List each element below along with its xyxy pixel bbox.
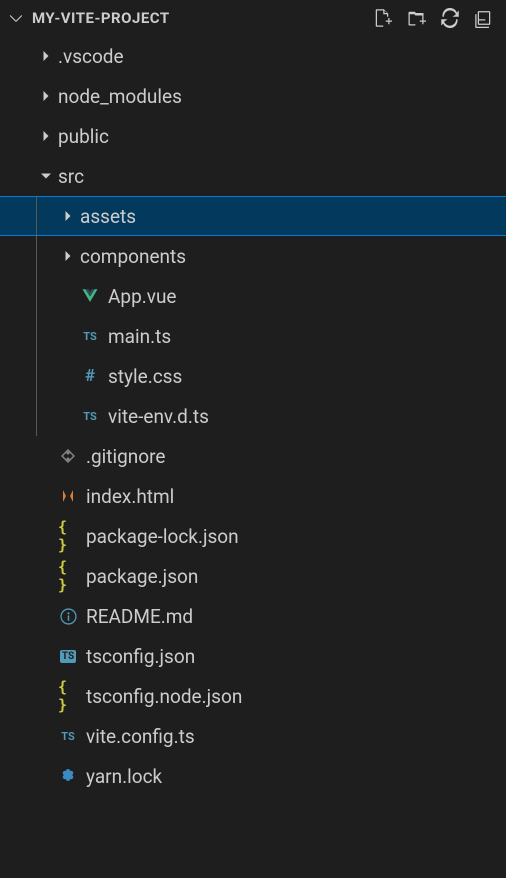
chevron-down-icon [36, 166, 56, 186]
folder-components[interactable]: components [0, 236, 506, 276]
ts-icon: TS [80, 406, 100, 426]
folder-label: node_modules [58, 85, 182, 108]
file-label: package.json [86, 565, 198, 588]
file-label: style.css [108, 365, 182, 388]
file-yarn-lock[interactable]: yarn.lock [0, 756, 506, 796]
file-vite-env[interactable]: TS vite-env.d.ts [0, 396, 506, 436]
file-tree: .vscode node_modules public src assets c… [0, 36, 506, 878]
new-folder-icon[interactable] [406, 8, 426, 28]
file-label: .gitignore [86, 445, 165, 468]
file-label: tsconfig.json [86, 645, 195, 668]
file-label: vite.config.ts [86, 725, 195, 748]
file-main-ts[interactable]: TS main.ts [0, 316, 506, 356]
folder-node-modules[interactable]: node_modules [0, 76, 506, 116]
vue-icon [80, 286, 100, 306]
folder-assets[interactable]: assets [0, 196, 506, 236]
folder-public[interactable]: public [0, 116, 506, 156]
html-icon [58, 486, 78, 506]
css-icon: # [80, 366, 100, 386]
folder-vscode[interactable]: .vscode [0, 36, 506, 76]
folder-label: assets [80, 205, 136, 228]
file-label: tsconfig.node.json [86, 685, 242, 708]
folder-label: src [58, 165, 84, 188]
ts-icon: TS [80, 326, 100, 346]
file-label: README.md [86, 605, 193, 628]
folder-label: components [80, 245, 186, 268]
ts-icon: TS [58, 726, 78, 746]
file-label: package-lock.json [86, 525, 239, 548]
chevron-right-icon [58, 206, 78, 226]
chevron-right-icon [58, 246, 78, 266]
file-tsconfig[interactable]: TS tsconfig.json [0, 636, 506, 676]
yarn-icon [58, 766, 78, 786]
project-title: MY-VITE-PROJECT [32, 9, 170, 27]
file-label: index.html [86, 485, 174, 508]
file-app-vue[interactable]: App.vue [0, 276, 506, 316]
file-style-css[interactable]: # style.css [0, 356, 506, 396]
explorer-header: MY-VITE-PROJECT [0, 0, 506, 36]
json-icon: { } [58, 686, 78, 706]
file-tsconfig-node[interactable]: { } tsconfig.node.json [0, 676, 506, 716]
folder-label: public [58, 125, 109, 148]
json-icon: { } [58, 566, 78, 586]
file-label: yarn.lock [86, 765, 162, 788]
file-vite-config[interactable]: TS vite.config.ts [0, 716, 506, 756]
file-readme[interactable]: README.md [0, 596, 506, 636]
info-icon [58, 606, 78, 626]
file-label: main.ts [108, 325, 171, 348]
chevron-right-icon [36, 126, 56, 146]
json-icon: { } [58, 526, 78, 546]
file-label: vite-env.d.ts [108, 405, 209, 428]
folder-label: .vscode [58, 45, 124, 68]
file-label: App.vue [108, 285, 177, 308]
folder-src[interactable]: src [0, 156, 506, 196]
tsconfig-icon: TS [58, 646, 78, 666]
new-file-icon[interactable] [372, 8, 392, 28]
file-package-json[interactable]: { } package.json [0, 556, 506, 596]
chevron-down-icon[interactable] [6, 8, 26, 28]
chevron-right-icon [36, 86, 56, 106]
refresh-icon[interactable] [440, 8, 460, 28]
file-gitignore[interactable]: .gitignore [0, 436, 506, 476]
file-index-html[interactable]: index.html [0, 476, 506, 516]
file-package-lock[interactable]: { } package-lock.json [0, 516, 506, 556]
chevron-right-icon [36, 46, 56, 66]
git-icon [58, 446, 78, 466]
collapse-all-icon[interactable] [474, 8, 494, 28]
file-explorer: MY-VITE-PROJECT .vscode node_modules pub… [0, 0, 506, 878]
